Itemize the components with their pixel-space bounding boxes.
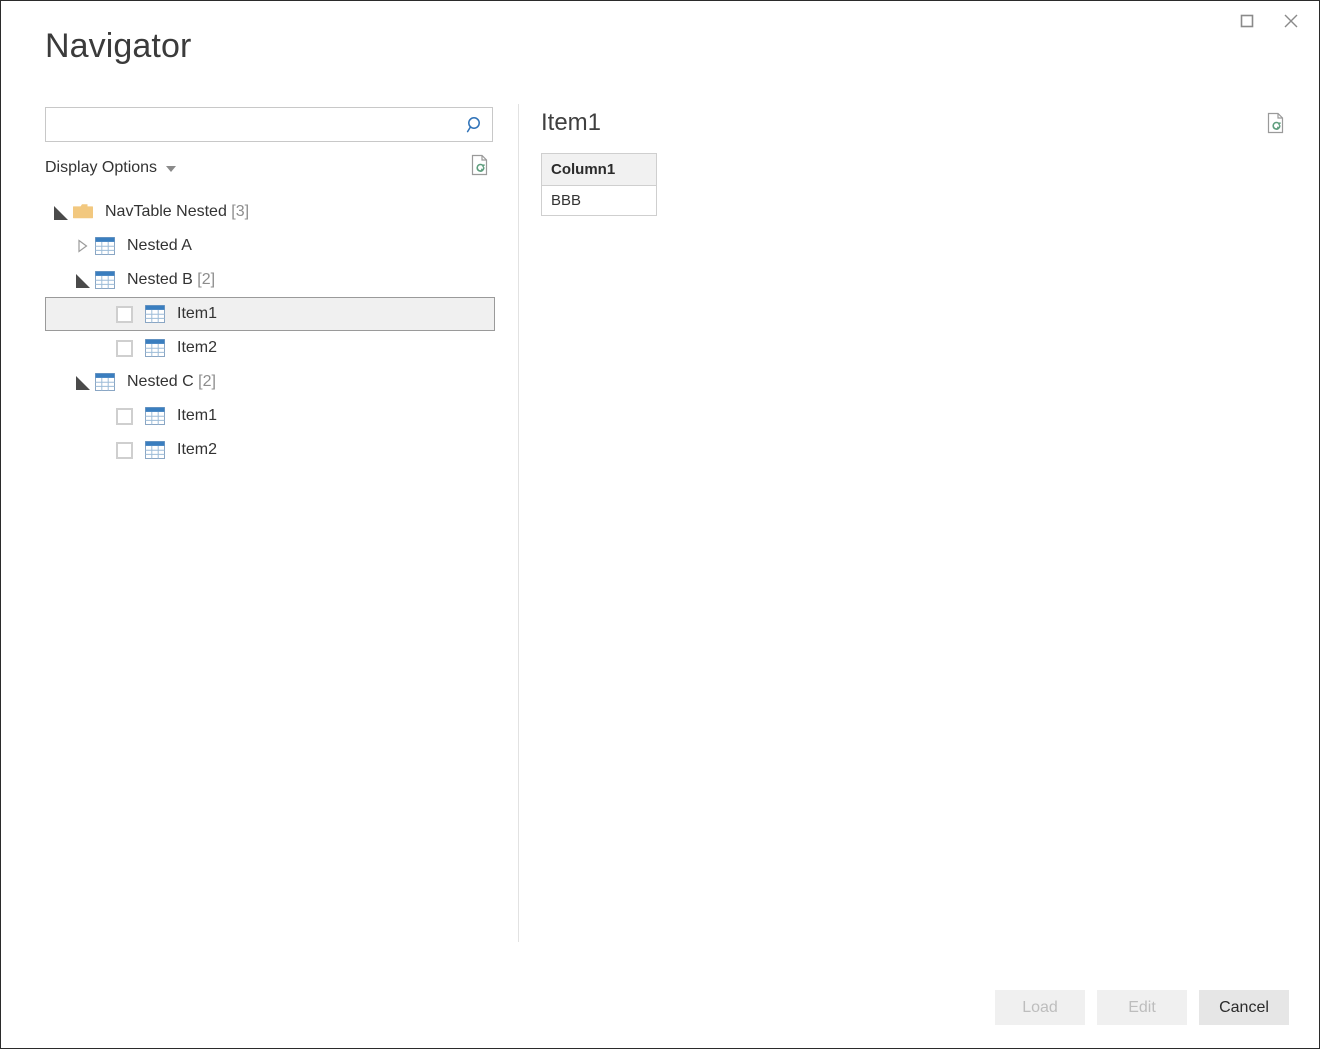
window-controls — [1225, 5, 1313, 41]
tree-item-label: Item2 — [177, 339, 217, 357]
tree-item-label: Nested C [2] — [127, 373, 216, 391]
tree-item-count: [2] — [193, 271, 215, 288]
navigator-dialog: Navigator Display Options — [0, 0, 1320, 1049]
tree-item-item2-4[interactable]: Item2 — [45, 331, 495, 365]
table-icon — [94, 235, 116, 257]
tree-item-checkbox[interactable] — [116, 306, 133, 323]
options-row: Display Options — [45, 155, 493, 181]
tree-item-label: Item1 — [177, 407, 217, 425]
triangle-collapsed-icon[interactable] — [72, 235, 94, 257]
navigator-tree[interactable]: NavTable Nested [3] Nested A Nested B [2] I… — [45, 195, 495, 467]
tree-item-nested-c-5[interactable]: Nested C [2] — [45, 365, 495, 399]
table-header-row: Column1 — [542, 154, 657, 186]
preview-header: Item1 — [541, 107, 1289, 139]
triangle-expanded-icon[interactable] — [72, 371, 94, 393]
tree-item-item1-3[interactable]: Item1 — [45, 297, 495, 331]
display-options-dropdown[interactable]: Display Options — [45, 159, 176, 177]
search-icon[interactable] — [458, 108, 492, 141]
table-cell: BBB — [542, 186, 657, 216]
tree-item-checkbox[interactable] — [116, 340, 133, 357]
refresh-preview-button-right[interactable] — [1263, 111, 1289, 139]
tree-item-item2-7[interactable]: Item2 — [45, 433, 495, 467]
tree-twisty-placeholder — [94, 303, 116, 325]
tree-item-checkbox[interactable] — [116, 408, 133, 425]
tree-item-label: Item1 — [177, 305, 217, 323]
tree-item-label: Item2 — [177, 441, 217, 459]
chevron-down-icon — [166, 166, 176, 172]
table-icon — [144, 439, 166, 461]
table-body: BBB — [542, 186, 657, 216]
search-box[interactable] — [45, 107, 493, 142]
table-icon — [144, 337, 166, 359]
display-options-label: Display Options — [45, 159, 157, 177]
cancel-button[interactable]: Cancel — [1199, 990, 1289, 1025]
load-button: Load — [995, 990, 1085, 1025]
tree-item-count: [3] — [227, 203, 249, 220]
tree-item-count: [2] — [194, 373, 216, 390]
table-icon — [94, 371, 116, 393]
maximize-icon — [1239, 13, 1255, 34]
tree-item-nested-a-1[interactable]: Nested A — [45, 229, 495, 263]
tree-item-item1-6[interactable]: Item1 — [45, 399, 495, 433]
page-title: Navigator — [45, 27, 191, 66]
tree-twisty-placeholder — [94, 439, 116, 461]
tree-item-label: Nested A — [127, 237, 192, 255]
table-row: BBB — [542, 186, 657, 216]
close-button[interactable] — [1269, 5, 1313, 41]
refresh-preview-icon — [1266, 112, 1286, 139]
dialog-footer: Load Edit Cancel — [995, 990, 1289, 1025]
tree-item-label: Nested B [2] — [127, 271, 215, 289]
refresh-preview-icon — [470, 154, 490, 181]
refresh-preview-button-left[interactable] — [467, 153, 493, 181]
tree-item-checkbox[interactable] — [116, 442, 133, 459]
tree-item-nested-b-2[interactable]: Nested B [2] — [45, 263, 495, 297]
preview-table: Column1 BBB — [541, 153, 657, 216]
preview-title: Item1 — [541, 107, 601, 139]
tree-twisty-placeholder — [94, 337, 116, 359]
triangle-expanded-icon[interactable] — [72, 269, 94, 291]
close-icon — [1282, 12, 1300, 35]
triangle-expanded-icon[interactable] — [50, 201, 72, 223]
table-icon — [144, 405, 166, 427]
table-icon — [94, 269, 116, 291]
left-pane: Display Options NavTable Nested [3]Nes — [45, 107, 495, 467]
edit-button: Edit — [1097, 990, 1187, 1025]
pane-divider — [518, 104, 519, 942]
folder-icon — [72, 201, 94, 223]
tree-item-label: NavTable Nested [3] — [105, 203, 249, 221]
maximize-button[interactable] — [1225, 5, 1269, 41]
preview-pane: Item1 Column1 BBB — [541, 107, 1289, 216]
tree-twisty-placeholder — [94, 405, 116, 427]
search-input[interactable] — [46, 109, 458, 140]
table-column-header[interactable]: Column1 — [542, 154, 657, 186]
table-icon — [144, 303, 166, 325]
tree-item-navtable-nested-0[interactable]: NavTable Nested [3] — [45, 195, 495, 229]
